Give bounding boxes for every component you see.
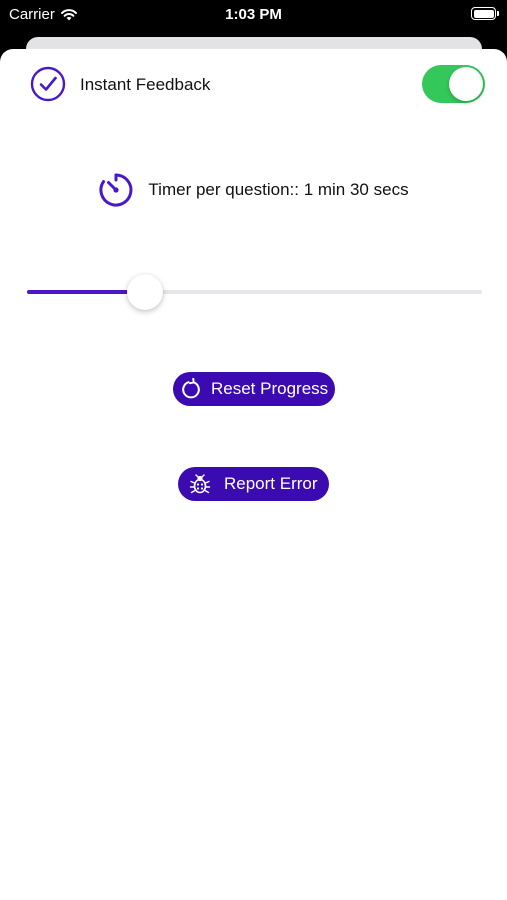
instant-feedback-toggle[interactable] [422,65,485,103]
timer-row: Timer per question:: 1 min 30 secs [0,170,507,210]
report-error-button[interactable]: Report Error [178,467,329,501]
timer-icon [99,173,133,207]
slider-fill [27,290,136,294]
reset-progress-button[interactable]: Reset Progress [173,372,335,406]
battery-icon [471,7,499,20]
status-bar: Carrier 1:03 PM [0,0,507,30]
timer-slider[interactable] [27,274,482,310]
report-error-label: Report Error [224,474,318,493]
checkmark-circle-icon [30,66,66,102]
toggle-knob [449,67,483,101]
screen: Carrier 1:03 PM Instant Feedback Timer p… [0,0,507,900]
status-time: 1:03 PM [225,6,282,23]
refresh-icon [182,378,200,399]
reset-progress-label: Reset Progress [211,379,329,398]
instant-feedback-label: Instant Feedback [80,75,211,94]
bug-icon [189,474,211,494]
instant-feedback-row: Instant Feedback [0,64,507,106]
timer-label: Timer per question:: 1 min 30 secs [148,180,409,199]
slider-thumb[interactable] [127,274,164,310]
